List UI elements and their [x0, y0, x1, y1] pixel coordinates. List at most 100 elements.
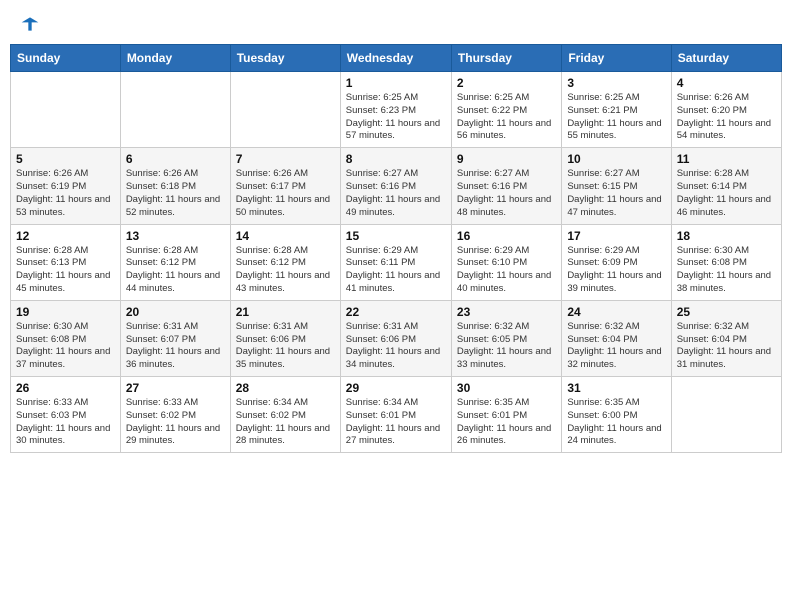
day-info: Sunrise: 6:26 AM Sunset: 6:18 PM Dayligh… — [126, 168, 225, 219]
day-info: Sunrise: 6:28 AM Sunset: 6:13 PM Dayligh… — [16, 245, 115, 296]
calendar-cell: 20 Sunrise: 6:31 AM Sunset: 6:07 PM Dayli… — [120, 300, 230, 376]
calendar-cell — [11, 72, 121, 148]
calendar-cell — [230, 72, 340, 148]
calendar-table: SundayMondayTuesdayWednesdayThursdayFrid… — [10, 44, 782, 453]
calendar-cell: 27 Sunrise: 6:33 AM Sunset: 6:02 PM Dayli… — [120, 377, 230, 453]
day-number: 23 — [457, 305, 556, 319]
day-number: 4 — [677, 76, 776, 90]
calendar-week-row: 5Sunrise: 6:26 AM Sunset: 6:19 PM Daylig… — [11, 148, 782, 224]
calendar-header-saturday: Saturday — [671, 45, 781, 72]
calendar-cell: 13 Sunrise: 6:28 AM Sunset: 6:12 PM Dayli… — [120, 224, 230, 300]
calendar-cell: 28Sunrise: 6:34 AM Sunset: 6:02 PM Dayli… — [230, 377, 340, 453]
calendar-cell — [120, 72, 230, 148]
day-number: 20 — [126, 305, 225, 319]
day-info: Sunrise: 6:25 AM Sunset: 6:21 PM Dayligh… — [567, 92, 665, 143]
page-header — [10, 10, 782, 36]
day-info: Sunrise: 6:26 AM Sunset: 6:20 PM Dayligh… — [677, 92, 776, 143]
day-info: Sunrise: 6:31 AM Sunset: 6:06 PM Dayligh… — [236, 321, 335, 372]
day-info: Sunrise: 6:29 AM Sunset: 6:11 PM Dayligh… — [346, 245, 446, 296]
logo-icon — [20, 14, 40, 34]
day-number: 6 — [126, 152, 225, 166]
day-info: Sunrise: 6:28 AM Sunset: 6:12 PM Dayligh… — [236, 245, 335, 296]
day-number: 11 — [677, 152, 776, 166]
calendar-cell: 1 Sunrise: 6:25 AM Sunset: 6:23 PM Daylig… — [340, 72, 451, 148]
day-number: 22 — [346, 305, 446, 319]
calendar-cell: 4 Sunrise: 6:26 AM Sunset: 6:20 PM Daylig… — [671, 72, 781, 148]
calendar-cell: 18 Sunrise: 6:30 AM Sunset: 6:08 PM Dayli… — [671, 224, 781, 300]
day-number: 13 — [126, 229, 225, 243]
calendar-cell: 12 Sunrise: 6:28 AM Sunset: 6:13 PM Dayli… — [11, 224, 121, 300]
day-number: 7 — [236, 152, 335, 166]
day-number: 17 — [567, 229, 665, 243]
day-info: Sunrise: 6:28 AM Sunset: 6:12 PM Dayligh… — [126, 245, 225, 296]
calendar-cell: 11 Sunrise: 6:28 AM Sunset: 6:14 PM Dayli… — [671, 148, 781, 224]
day-info: Sunrise: 6:35 AM Sunset: 6:00 PM Dayligh… — [567, 397, 665, 448]
day-info: Sunrise: 6:33 AM Sunset: 6:02 PM Dayligh… — [126, 397, 225, 448]
day-info: Sunrise: 6:27 AM Sunset: 6:15 PM Dayligh… — [567, 168, 665, 219]
day-number: 27 — [126, 381, 225, 395]
calendar-cell: 3 Sunrise: 6:25 AM Sunset: 6:21 PM Daylig… — [562, 72, 671, 148]
day-number: 10 — [567, 152, 665, 166]
day-number: 25 — [677, 305, 776, 319]
calendar-header-friday: Friday — [562, 45, 671, 72]
calendar-header-wednesday: Wednesday — [340, 45, 451, 72]
day-number: 18 — [677, 229, 776, 243]
calendar-cell — [671, 377, 781, 453]
calendar-cell: 30Sunrise: 6:35 AM Sunset: 6:01 PM Dayli… — [451, 377, 561, 453]
day-number: 19 — [16, 305, 115, 319]
calendar-cell: 23 Sunrise: 6:32 AM Sunset: 6:05 PM Dayli… — [451, 300, 561, 376]
day-info: Sunrise: 6:32 AM Sunset: 6:04 PM Dayligh… — [567, 321, 665, 372]
day-info: Sunrise: 6:27 AM Sunset: 6:16 PM Dayligh… — [346, 168, 446, 219]
calendar-week-row: 12 Sunrise: 6:28 AM Sunset: 6:13 PM Dayli… — [11, 224, 782, 300]
calendar-week-row: 26Sunrise: 6:33 AM Sunset: 6:03 PM Dayli… — [11, 377, 782, 453]
calendar-cell: 22Sunrise: 6:31 AM Sunset: 6:06 PM Dayli… — [340, 300, 451, 376]
day-number: 16 — [457, 229, 556, 243]
calendar-cell: 6 Sunrise: 6:26 AM Sunset: 6:18 PM Daylig… — [120, 148, 230, 224]
calendar-cell: 17 Sunrise: 6:29 AM Sunset: 6:09 PM Dayli… — [562, 224, 671, 300]
day-info: Sunrise: 6:32 AM Sunset: 6:05 PM Dayligh… — [457, 321, 556, 372]
day-info: Sunrise: 6:26 AM Sunset: 6:19 PM Dayligh… — [16, 168, 115, 219]
calendar-cell: 26Sunrise: 6:33 AM Sunset: 6:03 PM Dayli… — [11, 377, 121, 453]
day-info: Sunrise: 6:25 AM Sunset: 6:23 PM Dayligh… — [346, 92, 446, 143]
calendar-header-row: SundayMondayTuesdayWednesdayThursdayFrid… — [11, 45, 782, 72]
calendar-cell: 25 Sunrise: 6:32 AM Sunset: 6:04 PM Dayli… — [671, 300, 781, 376]
calendar-header-sunday: Sunday — [11, 45, 121, 72]
day-number: 1 — [346, 76, 446, 90]
day-number: 24 — [567, 305, 665, 319]
calendar-cell: 5Sunrise: 6:26 AM Sunset: 6:19 PM Daylig… — [11, 148, 121, 224]
day-info: Sunrise: 6:28 AM Sunset: 6:14 PM Dayligh… — [677, 168, 776, 219]
day-info: Sunrise: 6:27 AM Sunset: 6:16 PM Dayligh… — [457, 168, 556, 219]
day-number: 31 — [567, 381, 665, 395]
calendar-cell: 8 Sunrise: 6:27 AM Sunset: 6:16 PM Daylig… — [340, 148, 451, 224]
calendar-cell: 24 Sunrise: 6:32 AM Sunset: 6:04 PM Dayli… — [562, 300, 671, 376]
calendar-week-row: 19 Sunrise: 6:30 AM Sunset: 6:08 PM Dayli… — [11, 300, 782, 376]
day-info: Sunrise: 6:25 AM Sunset: 6:22 PM Dayligh… — [457, 92, 556, 143]
calendar-cell: 21 Sunrise: 6:31 AM Sunset: 6:06 PM Dayli… — [230, 300, 340, 376]
day-info: Sunrise: 6:31 AM Sunset: 6:07 PM Dayligh… — [126, 321, 225, 372]
day-number: 28 — [236, 381, 335, 395]
day-number: 12 — [16, 229, 115, 243]
day-info: Sunrise: 6:34 AM Sunset: 6:01 PM Dayligh… — [346, 397, 446, 448]
logo — [18, 14, 40, 32]
day-number: 21 — [236, 305, 335, 319]
calendar-cell: 9Sunrise: 6:27 AM Sunset: 6:16 PM Daylig… — [451, 148, 561, 224]
calendar-cell: 16 Sunrise: 6:29 AM Sunset: 6:10 PM Dayli… — [451, 224, 561, 300]
calendar-cell: 31 Sunrise: 6:35 AM Sunset: 6:00 PM Dayli… — [562, 377, 671, 453]
day-info: Sunrise: 6:30 AM Sunset: 6:08 PM Dayligh… — [16, 321, 115, 372]
calendar-cell: 29 Sunrise: 6:34 AM Sunset: 6:01 PM Dayli… — [340, 377, 451, 453]
calendar-cell: 19 Sunrise: 6:30 AM Sunset: 6:08 PM Dayli… — [11, 300, 121, 376]
day-number: 8 — [346, 152, 446, 166]
day-number: 30 — [457, 381, 556, 395]
day-info: Sunrise: 6:29 AM Sunset: 6:09 PM Dayligh… — [567, 245, 665, 296]
calendar-cell: 10 Sunrise: 6:27 AM Sunset: 6:15 PM Dayli… — [562, 148, 671, 224]
day-info: Sunrise: 6:29 AM Sunset: 6:10 PM Dayligh… — [457, 245, 556, 296]
day-number: 29 — [346, 381, 446, 395]
calendar-cell: 2Sunrise: 6:25 AM Sunset: 6:22 PM Daylig… — [451, 72, 561, 148]
calendar-cell: 7 Sunrise: 6:26 AM Sunset: 6:17 PM Daylig… — [230, 148, 340, 224]
day-info: Sunrise: 6:33 AM Sunset: 6:03 PM Dayligh… — [16, 397, 115, 448]
day-number: 3 — [567, 76, 665, 90]
day-info: Sunrise: 6:32 AM Sunset: 6:04 PM Dayligh… — [677, 321, 776, 372]
day-info: Sunrise: 6:30 AM Sunset: 6:08 PM Dayligh… — [677, 245, 776, 296]
day-info: Sunrise: 6:26 AM Sunset: 6:17 PM Dayligh… — [236, 168, 335, 219]
calendar-header-monday: Monday — [120, 45, 230, 72]
